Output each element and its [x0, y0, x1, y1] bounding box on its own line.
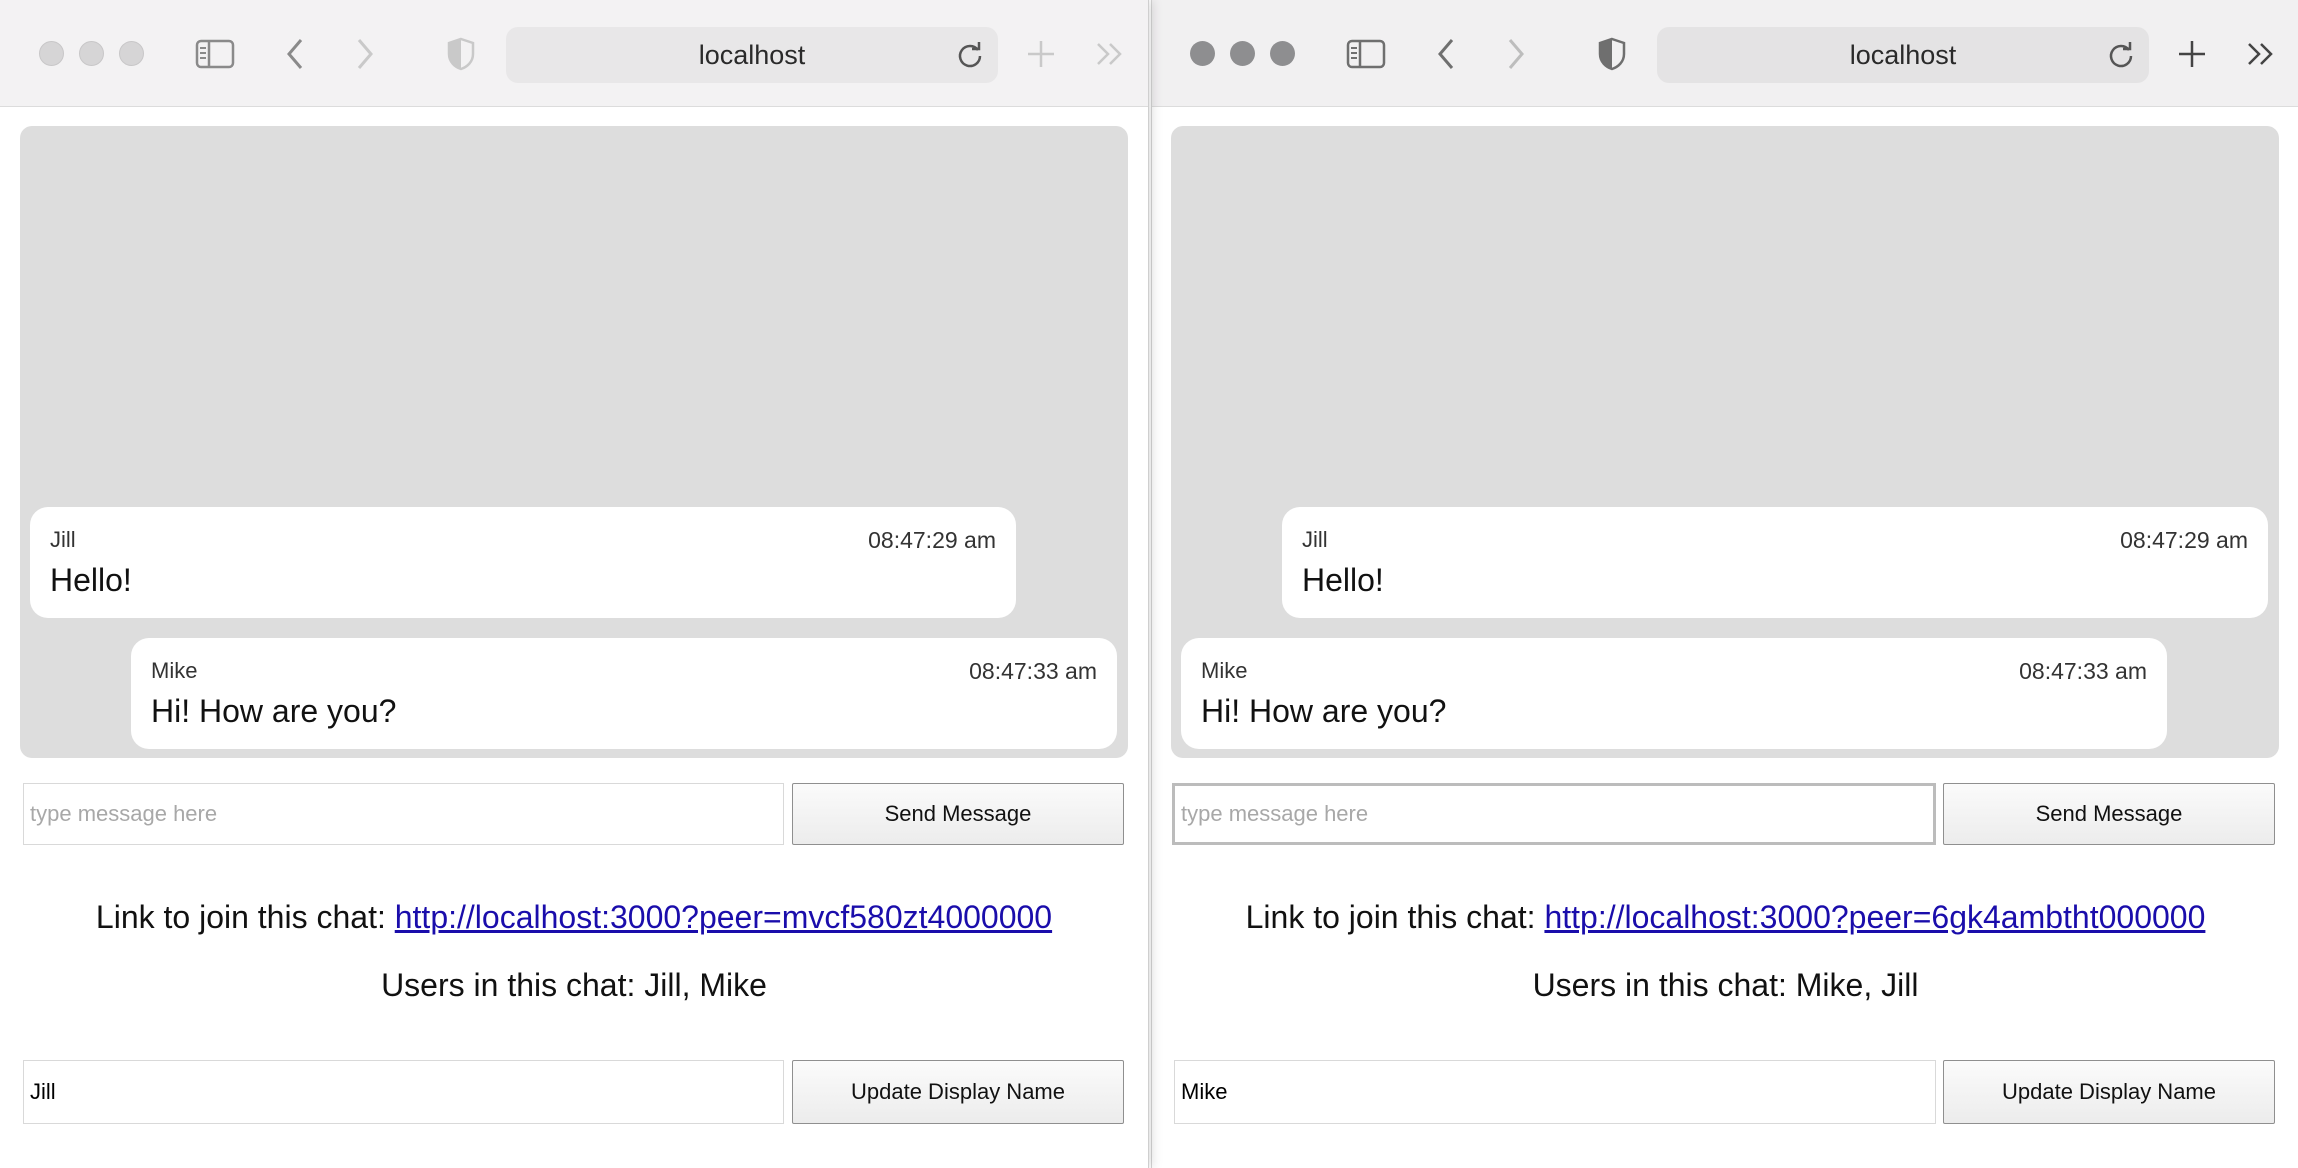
minimize-window-button[interactable]	[1230, 41, 1255, 66]
address-bar[interactable]: localhost	[506, 27, 998, 83]
update-display-name-button[interactable]: Update Display Name	[792, 1060, 1124, 1124]
message-bubble: Mike 08:47:33 am Hi! How are you?	[1181, 638, 2167, 749]
join-link-label: Link to join this chat:	[95, 899, 395, 935]
forward-icon[interactable]	[1501, 32, 1531, 76]
new-tab-icon[interactable]	[2175, 32, 2209, 76]
message-bubble: Jill 08:47:29 am Hello!	[30, 507, 1016, 618]
zoom-window-button[interactable]	[1270, 41, 1295, 66]
users-in-chat: Users in this chat: Mike, Jill	[1532, 967, 1919, 1003]
message-author: Mike	[1201, 658, 1248, 683]
address-bar[interactable]: localhost	[1657, 27, 2149, 83]
message-time: 08:47:33 am	[969, 658, 1097, 684]
join-link[interactable]: http://localhost:3000?peer=6gk4ambtht000…	[1544, 899, 2205, 935]
reload-icon[interactable]	[2103, 37, 2139, 73]
back-icon[interactable]	[280, 32, 310, 76]
sidebar-icon[interactable]	[1344, 32, 1388, 76]
forward-icon[interactable]	[350, 32, 380, 76]
chat-messages-area[interactable]: Jill 08:47:29 am Hello! Mike 08:47:33 am…	[20, 126, 1128, 758]
message-text: Hi! How are you?	[151, 693, 397, 729]
browser-window-left: localhost Jill 08:47:29 am Hello! Mike 0…	[0, 0, 1149, 1168]
send-message-button[interactable]: Send Message	[792, 783, 1124, 845]
browser-toolbar: localhost	[0, 0, 1148, 107]
message-bubble: Jill 08:47:29 am Hello!	[1282, 507, 2268, 618]
reload-icon[interactable]	[952, 37, 988, 73]
page-content: Jill 08:47:29 am Hello! Mike 08:47:33 am…	[0, 107, 1148, 1168]
browser-window-right: localhost Jill 08:47:29 am Hello! Mike 0…	[1151, 0, 2298, 1168]
message-text: Hi! How are you?	[1201, 693, 1447, 729]
close-window-button[interactable]	[39, 41, 64, 66]
zoom-window-button[interactable]	[119, 41, 144, 66]
display-name-input[interactable]	[1174, 1060, 1936, 1124]
sidebar-icon[interactable]	[193, 32, 237, 76]
message-text: Hello!	[1302, 562, 1384, 598]
minimize-window-button[interactable]	[79, 41, 104, 66]
page-content: Jill 08:47:29 am Hello! Mike 08:47:33 am…	[1152, 107, 2298, 1168]
message-author: Mike	[151, 658, 198, 683]
url-text: localhost	[1849, 39, 1957, 70]
display-name-input[interactable]	[23, 1060, 784, 1124]
message-bubble: Mike 08:47:33 am Hi! How are you?	[131, 638, 1117, 749]
join-link-label: Link to join this chat:	[1245, 899, 1545, 935]
chat-messages-area[interactable]: Jill 08:47:29 am Hello! Mike 08:47:33 am…	[1171, 126, 2279, 758]
message-author: Jill	[1302, 527, 1328, 552]
shield-icon[interactable]	[1595, 32, 1629, 76]
more-icon[interactable]	[2243, 32, 2279, 76]
send-message-button[interactable]: Send Message	[1943, 783, 2275, 845]
close-window-button[interactable]	[1190, 41, 1215, 66]
update-display-name-button[interactable]: Update Display Name	[1943, 1060, 2275, 1124]
more-icon[interactable]	[1092, 32, 1128, 76]
users-in-chat: Users in this chat: Jill, Mike	[381, 967, 767, 1003]
shield-icon[interactable]	[444, 32, 478, 76]
message-time: 08:47:33 am	[2019, 658, 2147, 684]
message-input[interactable]	[1172, 783, 1936, 845]
message-time: 08:47:29 am	[868, 527, 996, 553]
browser-toolbar: localhost	[1152, 0, 2298, 107]
message-text: Hello!	[50, 562, 132, 598]
new-tab-icon[interactable]	[1024, 32, 1058, 76]
join-link-line: Link to join this chat: http://localhost…	[0, 899, 1148, 936]
url-text: localhost	[698, 39, 806, 70]
message-author: Jill	[50, 527, 76, 552]
join-link-line: Link to join this chat: http://localhost…	[1152, 899, 2298, 936]
message-time: 08:47:29 am	[2120, 527, 2248, 553]
join-link[interactable]: http://localhost:3000?peer=mvcf580zt4000…	[395, 899, 1052, 935]
back-icon[interactable]	[1431, 32, 1461, 76]
message-input[interactable]	[23, 783, 784, 845]
